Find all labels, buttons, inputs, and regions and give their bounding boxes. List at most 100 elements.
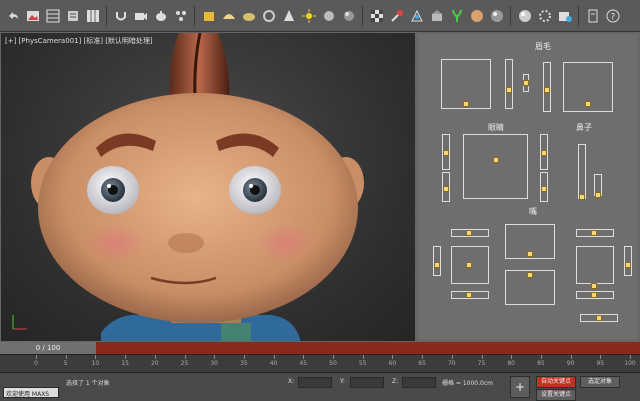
eye-left-lid-knob[interactable] — [443, 186, 449, 192]
eyebrow-center-knob-a[interactable] — [523, 80, 529, 86]
timeline-tick-label: 30 — [210, 360, 219, 367]
timeline-tick — [333, 355, 334, 359]
render-settings-icon[interactable] — [556, 6, 573, 26]
box-icon[interactable] — [200, 6, 217, 26]
cartoon-character-render — [12, 33, 364, 341]
eyebrow-right-knob[interactable] — [585, 101, 591, 107]
mouth-left-upper-knob[interactable] — [466, 230, 472, 236]
timeline-tick — [303, 355, 305, 359]
camera-icon[interactable] — [132, 6, 149, 26]
eyebrow-left-slider-knob[interactable] — [506, 87, 512, 93]
timeline-tick-label: 15 — [121, 360, 129, 367]
spinner-icon[interactable] — [536, 6, 553, 26]
eye-right-lid-knob[interactable] — [541, 186, 547, 192]
perspective-viewport[interactable]: [+] [PhysCamera001] [标准] [默认明暗处理] — [0, 32, 416, 342]
timeline-tick — [154, 355, 156, 359]
eye-direction-knob[interactable] — [493, 157, 499, 163]
x-coordinate-field[interactable] — [298, 377, 332, 388]
mouth-right-corner-knob[interactable] — [591, 283, 597, 289]
document-icon[interactable] — [584, 6, 601, 26]
globe-icon[interactable] — [516, 6, 533, 26]
timeline-tick — [184, 355, 186, 359]
panel-canvas: 眉毛 眼睛 鼻子 嘴 — [418, 34, 638, 340]
grid-text: 栅格 = 1000.0cm — [442, 380, 493, 387]
main-toolbar: ? — [0, 0, 640, 32]
half-sphere-icon[interactable] — [220, 6, 237, 26]
eyes-label: 眼睛 — [488, 123, 504, 132]
mouth-right-corner-control — [576, 246, 614, 284]
image-icon[interactable] — [24, 6, 41, 26]
mouth-jaw-knob[interactable] — [527, 272, 533, 278]
toolbar-separator — [362, 5, 363, 26]
mouth-left-corner-knob[interactable] — [466, 262, 472, 268]
mouth-left-outer-knob[interactable] — [434, 262, 440, 268]
maxscript-listener[interactable]: 欢迎使用 MAXS — [3, 387, 59, 398]
eye-direction-control — [463, 134, 528, 199]
timeline-tick-label: 65 — [418, 360, 426, 367]
timeline-tick-label: 55 — [358, 360, 367, 367]
eye-left-slider-knob[interactable] — [443, 150, 449, 156]
timeline-tick-label: 70 — [447, 360, 456, 367]
eye-right-slider-knob[interactable] — [541, 150, 547, 156]
sphere-shaded-icon[interactable] — [340, 6, 357, 26]
cone-icon[interactable] — [280, 6, 297, 26]
nose-slider-b-knob[interactable] — [595, 192, 601, 198]
auto-key-button[interactable]: 自动关键点 — [536, 376, 576, 388]
time-slider[interactable]: 0 / 100 — [0, 342, 640, 354]
z-coordinate-field[interactable] — [402, 377, 436, 388]
skin-icon[interactable] — [468, 6, 485, 26]
frame-indicator[interactable]: 0 / 100 — [0, 342, 96, 354]
magnet-icon[interactable] — [112, 6, 129, 26]
timeline-tick-label: 45 — [299, 360, 308, 367]
mouth-bottom-knob[interactable] — [596, 315, 602, 321]
plant-icon[interactable] — [448, 6, 465, 26]
nose-label: 鼻子 — [576, 123, 592, 132]
timeline-tick — [273, 355, 275, 359]
add-time-tag-icon[interactable]: + — [510, 376, 530, 398]
scene-icon[interactable] — [428, 6, 445, 26]
mouth-right-upper-knob[interactable] — [591, 230, 597, 236]
facial-control-panel: 眉毛 眼睛 鼻子 嘴 — [416, 32, 640, 342]
timeline-tick — [422, 355, 424, 359]
timeline-tick — [214, 355, 216, 359]
mouth-top-knob[interactable] — [527, 251, 533, 257]
eyebrow-right-slider-knob[interactable] — [544, 87, 550, 93]
timeline-tick — [36, 355, 37, 359]
selection-text: 选择了 1 个对象 — [66, 380, 110, 387]
mouth-right-outer-slider — [624, 246, 632, 276]
y-coordinate-field[interactable] — [350, 377, 384, 388]
timeline-tick-label: 95 — [596, 360, 605, 367]
key-icon[interactable] — [388, 6, 405, 26]
sphere-icon[interactable] — [320, 6, 337, 26]
toolbar-separator — [106, 5, 107, 26]
nose-slider-a-knob[interactable] — [579, 194, 585, 200]
table-icon[interactable] — [44, 6, 61, 26]
nose-slider-a — [578, 144, 586, 199]
grid-icon[interactable] — [84, 6, 101, 26]
sun-light-icon[interactable] — [300, 6, 317, 26]
torus-icon[interactable] — [260, 6, 277, 26]
set-key-button[interactable]: 设置关键点 — [536, 389, 576, 401]
undo-icon[interactable] — [4, 6, 21, 26]
material-icon[interactable] — [488, 6, 505, 26]
list-icon[interactable] — [64, 6, 81, 26]
toolbar-separator — [578, 5, 579, 26]
mouth-right-lower-knob[interactable] — [591, 292, 597, 298]
selected-object-dropdown[interactable]: 选定对象 — [580, 376, 620, 388]
mouth-right-outer-knob[interactable] — [625, 262, 631, 268]
eyebrow-left-slider — [505, 59, 513, 109]
hierarchy-icon[interactable] — [408, 6, 425, 26]
disc-icon[interactable] — [240, 6, 257, 26]
mouth-left-outer-slider — [433, 246, 441, 276]
timeline-ruler[interactable]: 0 5 10 15 20 25 30 35 40 45 50 55 60 65 70 75 80 85 90 95 10… — [0, 354, 640, 373]
timeline-tick-label: 60 — [388, 360, 397, 367]
dots-icon[interactable] — [172, 6, 189, 26]
render-teapot-icon[interactable] — [152, 6, 169, 26]
help-icon[interactable]: ? — [604, 6, 621, 26]
mouth-left-lower-knob[interactable] — [466, 292, 472, 298]
z-label: Z: — [392, 378, 399, 385]
timeline-tick-label: 85 — [537, 360, 545, 367]
checker-icon[interactable] — [368, 6, 385, 26]
eyebrow-left-knob[interactable] — [463, 101, 469, 107]
toolbar-separator — [510, 5, 511, 26]
